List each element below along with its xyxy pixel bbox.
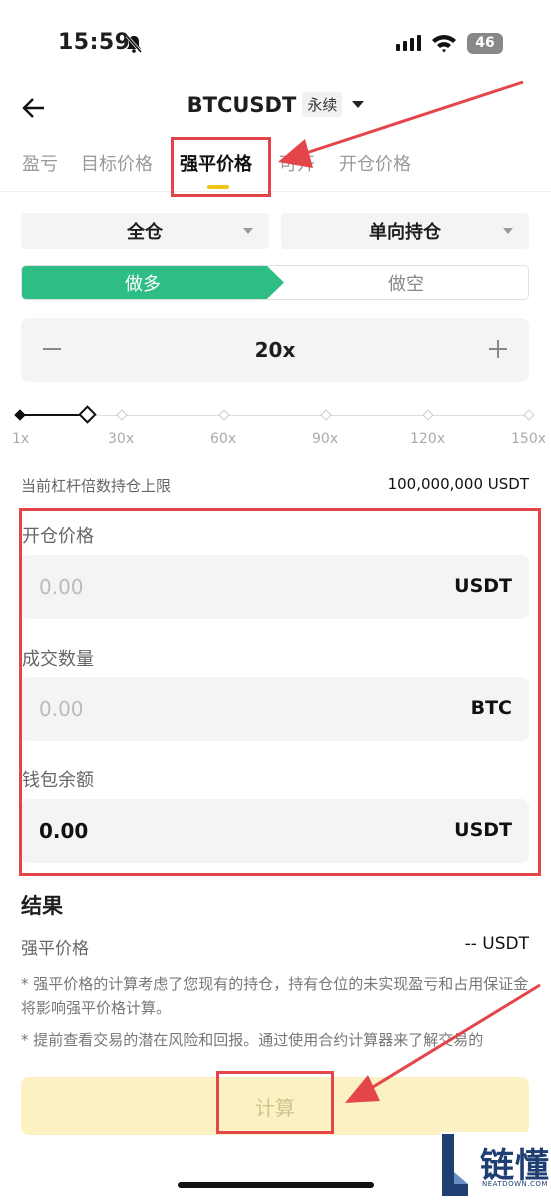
leverage-stepper: 20x xyxy=(21,318,529,382)
liquidation-price-value: -- USDT xyxy=(464,934,529,954)
margin-mode-value: 全仓 xyxy=(127,222,163,243)
watermark-subtext: NEATDOWN.COM xyxy=(482,1180,548,1188)
position-limit-label: 当前杠杆倍数持仓上限 xyxy=(21,477,172,495)
slider-tick-label: 1x xyxy=(12,431,30,447)
short-button[interactable]: 做空 xyxy=(284,266,528,299)
calculator-tabs: 盈亏 目标价格 强平价格 可开 开仓价格 xyxy=(0,140,551,192)
direction-toggle: 做多 做空 xyxy=(21,265,529,300)
annotation-box-button xyxy=(216,1071,334,1134)
slider-tick-label: 30x xyxy=(108,431,135,447)
slider-tick-label: 90x xyxy=(312,431,339,447)
position-limit-value: 100,000,000 USDT xyxy=(387,475,529,493)
slider-fill xyxy=(20,414,87,416)
slider-node-90x[interactable] xyxy=(320,409,332,421)
perpetual-badge: 永续 xyxy=(302,92,343,117)
watermark-l-icon xyxy=(442,1134,468,1196)
leverage-value[interactable]: 20x xyxy=(21,338,529,362)
margin-mode-select[interactable]: 全仓 xyxy=(21,213,269,249)
slider-node-120x[interactable] xyxy=(422,409,434,421)
page-title: BTCUSDT xyxy=(186,92,297,117)
position-mode-value: 单向持仓 xyxy=(369,222,441,243)
annotation-box-tab xyxy=(171,137,271,197)
battery-icon: 46 xyxy=(467,33,503,54)
cell-signal-icon xyxy=(396,35,421,51)
watermark-logo: 链懂 NEATDOWN.COM xyxy=(440,1132,551,1200)
status-bar: 15:59 46 xyxy=(0,0,551,88)
slider-tick-label: 60x xyxy=(210,431,237,447)
slider-node-30x[interactable] xyxy=(116,409,128,421)
bell-muted-icon xyxy=(125,35,143,53)
home-indicator xyxy=(178,1182,374,1188)
tab-max-open[interactable]: 可开 xyxy=(279,150,315,176)
slider-thumb[interactable] xyxy=(78,405,97,424)
result-heading: 结果 xyxy=(21,894,63,918)
note-risk: * 提前查看交易的潜在风险和回报。通过使用合约计算器来了解交易的 xyxy=(21,1031,484,1049)
slider-node-60x[interactable] xyxy=(218,409,230,421)
symbol-selector[interactable]: BTCUSDT 永续 xyxy=(0,92,551,117)
leverage-slider[interactable]: 1x 30x 60x 90x 120x 150x xyxy=(0,400,551,460)
long-button[interactable]: 做多 xyxy=(22,266,284,299)
slider-tick-label: 150x xyxy=(511,431,547,447)
slider-node-1x[interactable] xyxy=(14,409,26,421)
liquidation-price-label: 强平价格 xyxy=(21,939,89,959)
slider-track[interactable] xyxy=(20,415,530,416)
plus-icon-vertical[interactable] xyxy=(497,340,499,358)
status-time: 15:59 xyxy=(58,30,131,55)
tab-pnl[interactable]: 盈亏 xyxy=(22,150,58,176)
tab-target-price[interactable]: 目标价格 xyxy=(81,150,153,176)
chevron-down-icon xyxy=(503,228,513,234)
annotation-box-form xyxy=(19,508,541,876)
chevron-down-icon xyxy=(352,101,365,108)
note-liquidation: * 强平价格的计算考虑了您现有的持仓，持有仓位的未实现盈亏和占用保证金将影响强平… xyxy=(21,975,529,1017)
position-mode-select[interactable]: 单向持仓 xyxy=(281,213,529,249)
slider-tick-label: 120x xyxy=(410,431,446,447)
tab-open-price[interactable]: 开仓价格 xyxy=(339,150,411,176)
chevron-down-icon xyxy=(243,228,253,234)
slider-node-150x[interactable] xyxy=(523,409,535,421)
wifi-icon xyxy=(432,35,456,53)
